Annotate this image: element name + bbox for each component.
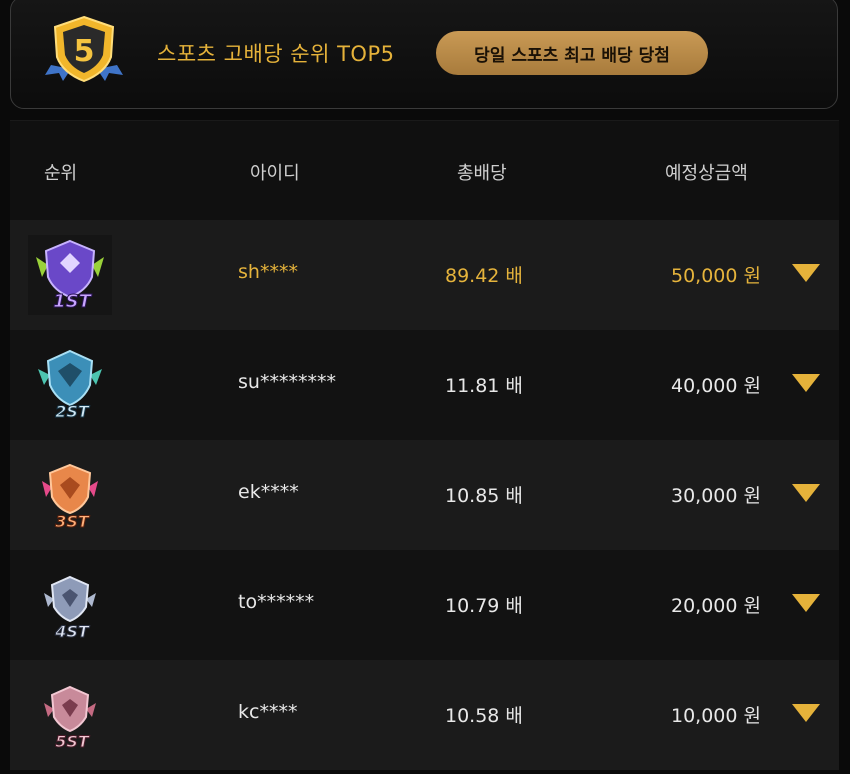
rank-5-emblem-icon: 5ST xyxy=(44,685,96,752)
column-expected-prize: 예정상금액 xyxy=(665,163,748,184)
rank-label: 4ST xyxy=(54,622,90,641)
expected-prize: 50,000 원 xyxy=(670,265,761,287)
user-id: ek**** xyxy=(238,481,299,503)
table-row[interactable]: 2ST su******** 11.81 배 40,000 원 xyxy=(10,330,839,440)
expand-arrow-icon[interactable] xyxy=(791,482,821,504)
table-header: 순위 아이디 총배당 예정상금액 xyxy=(10,120,839,220)
header-panel: 5 스포츠 고배당 순위 TOP5 당일 스포츠 최고 배당 당첨 xyxy=(10,0,838,109)
total-odds: 10.79 배 xyxy=(445,595,523,617)
rank-label: 3ST xyxy=(55,512,90,531)
total-odds: 10.58 배 xyxy=(445,705,523,727)
page-title: 스포츠 고배당 순위 TOP5 xyxy=(157,42,395,66)
badge-number: 5 xyxy=(74,34,95,69)
rank-1-emblem-icon: 1ST xyxy=(28,235,112,315)
user-id: kc**** xyxy=(238,701,298,723)
expected-prize: 10,000 원 xyxy=(670,705,761,727)
user-id: su******** xyxy=(238,371,336,393)
expected-prize: 30,000 원 xyxy=(670,485,761,507)
daily-best-odds-button[interactable]: 당일 스포츠 최고 배당 당첨 xyxy=(436,31,708,75)
table-row[interactable]: 1ST sh**** 89.42 배 50,000 원 xyxy=(10,220,839,330)
table-row[interactable]: 4ST to****** 10.79 배 20,000 원 xyxy=(10,550,839,660)
rank-label: 2ST xyxy=(55,402,90,421)
expand-arrow-icon[interactable] xyxy=(791,372,821,394)
rank-label: 5ST xyxy=(55,732,90,751)
expand-arrow-icon[interactable] xyxy=(791,702,821,724)
rank-label: 1ST xyxy=(53,291,92,312)
rank-4-emblem-icon: 4ST xyxy=(44,575,96,642)
top5-shield-icon: 5 xyxy=(45,15,123,83)
expand-arrow-icon[interactable] xyxy=(791,592,821,614)
rank-2-emblem-icon: 2ST xyxy=(38,349,102,422)
user-id: to****** xyxy=(238,591,315,613)
total-odds: 10.85 배 xyxy=(445,485,523,507)
table-row[interactable]: 5ST kc**** 10.58 배 10,000 원 xyxy=(10,660,839,770)
rank-3-emblem-icon: 3ST xyxy=(42,463,98,532)
expected-prize: 20,000 원 xyxy=(670,595,761,617)
total-odds: 89.42 배 xyxy=(445,265,523,287)
user-id: sh**** xyxy=(238,261,298,283)
total-odds: 11.81 배 xyxy=(445,375,523,397)
column-rank: 순위 xyxy=(44,163,78,184)
column-total-odds: 총배당 xyxy=(457,163,507,184)
table-row[interactable]: 3ST ek**** 10.85 배 30,000 원 xyxy=(10,440,839,550)
column-id: 아이디 xyxy=(250,163,300,184)
expected-prize: 40,000 원 xyxy=(670,375,761,397)
ranking-table: 순위 아이디 총배당 예정상금액 1ST sh**** 89.42 배 50,0… xyxy=(10,120,839,770)
expand-arrow-icon[interactable] xyxy=(791,262,821,284)
